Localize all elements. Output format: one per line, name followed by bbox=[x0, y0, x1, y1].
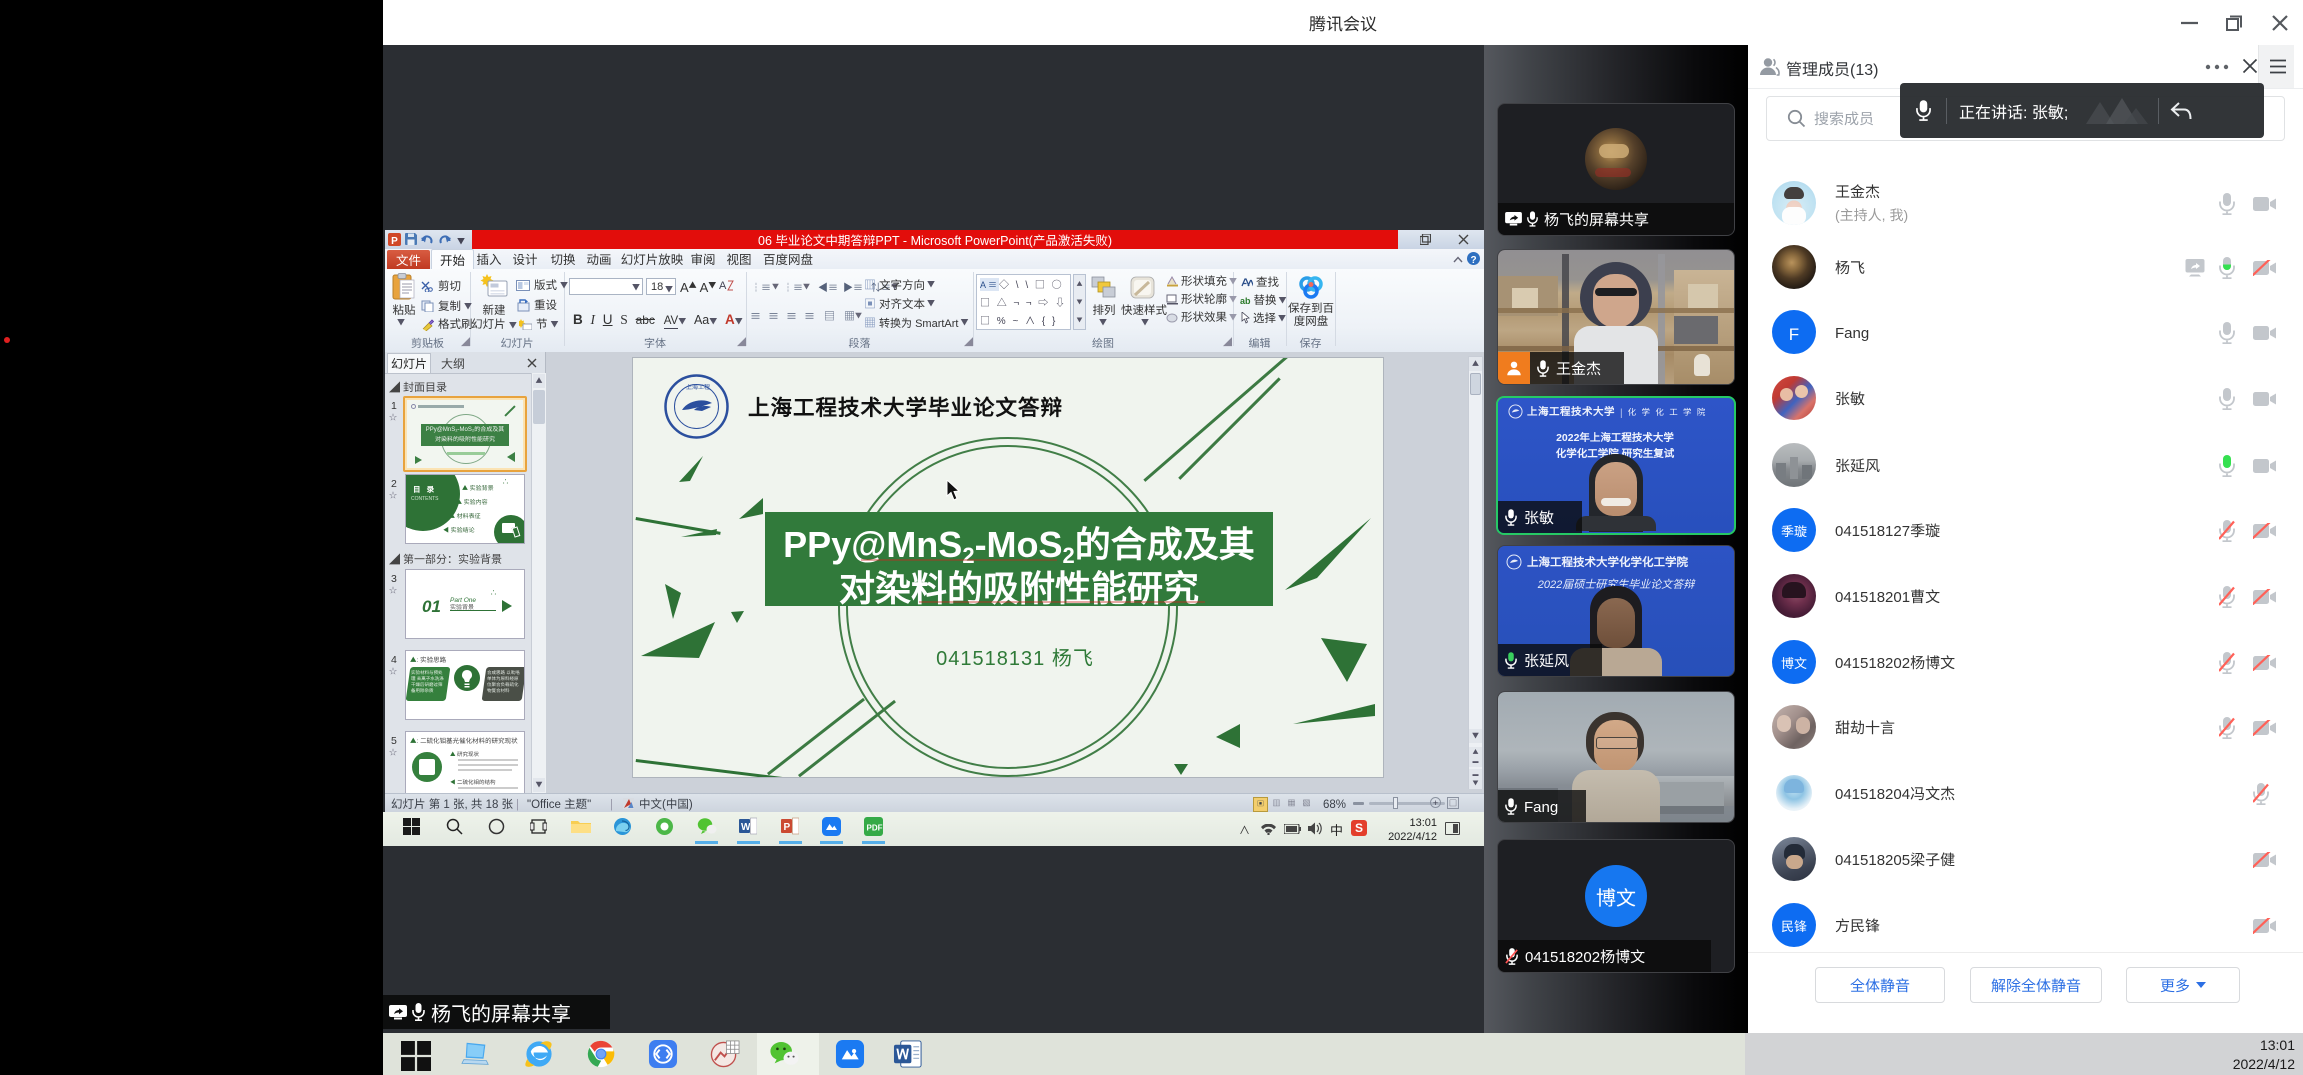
svg-text:上海工程: 上海工程 bbox=[686, 382, 710, 391]
svg-text:P: P bbox=[784, 822, 791, 833]
svg-text:A: A bbox=[719, 278, 727, 293]
svg-text:W: W bbox=[741, 822, 751, 833]
svg-text:PDF: PDF bbox=[867, 824, 883, 833]
